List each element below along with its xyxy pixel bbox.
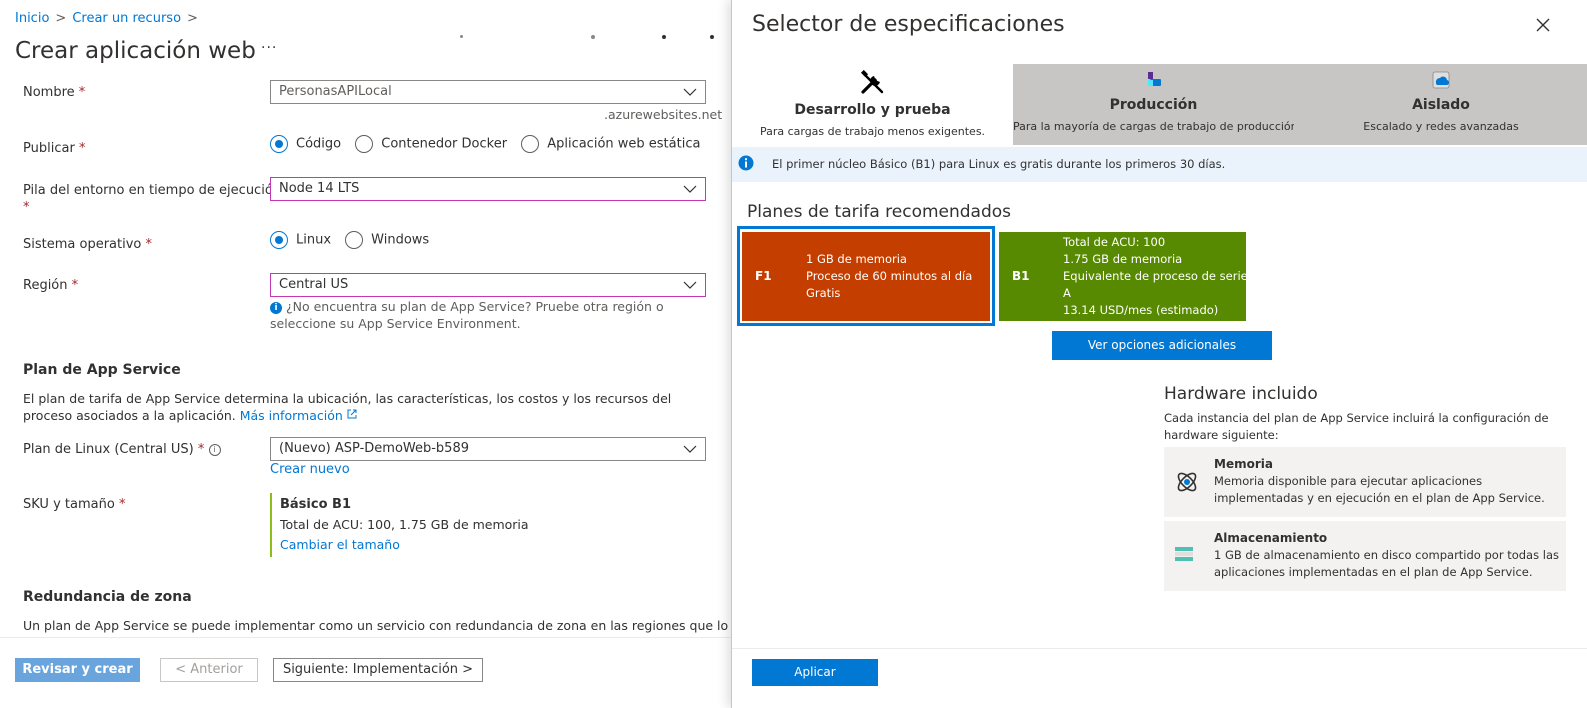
info-icon: i [270, 301, 282, 314]
breadcrumb-separator: > [55, 11, 67, 26]
page-title: Crear aplicación web [15, 38, 256, 64]
radio-selected[interactable] [270, 231, 288, 249]
loading-dot [591, 35, 595, 39]
radio[interactable] [521, 135, 540, 153]
os-radio-group: Linux Windows [270, 231, 439, 249]
region-dropdown[interactable]: Central US [270, 273, 706, 297]
sku-detail: Total de ACU: 100, 1.75 GB de memoria [280, 517, 529, 532]
tab-desc: Para la mayoría de cargas de trabajo de … [1013, 120, 1298, 133]
tab-name: Aislado [1412, 97, 1470, 113]
hardware-desc: 1 GB de almacenamiento en disco comparti… [1214, 548, 1559, 579]
hardware-name: Almacenamiento [1214, 531, 1328, 545]
chevron-down-icon [683, 445, 697, 453]
region-hint: i ¿No encuentra su plan de App Service? … [270, 299, 664, 331]
hardware-card-storage: Almacenamiento 1 GB de almacenamiento en… [1164, 521, 1566, 591]
hardware-description: Cada instancia del plan de App Service i… [1164, 411, 1549, 442]
radio[interactable] [345, 231, 364, 249]
review-create-button[interactable]: Revisar y crear [15, 658, 140, 682]
plan-details: Total de ACU: 100 1.75 GB de memoria Equ… [1063, 235, 1248, 317]
plan-code: B1 [1012, 269, 1030, 283]
radio-selected[interactable] [270, 135, 288, 153]
tab-desc: Escalado y redes avanzadas [1363, 120, 1519, 133]
tab-dev-test[interactable]: Desarrollo y prueba Para cargas de traba… [732, 64, 1013, 145]
left-footer: Revisar y crear < Anterior Siguiente: Im… [0, 637, 731, 708]
app-service-description: El plan de tarifa de App Service determi… [23, 391, 672, 423]
tab-desc: Para cargas de trabajo menos exigentes. [759, 125, 986, 138]
isolated-icon [1432, 71, 1450, 89]
plan-tile-f1[interactable]: F1 1 GB de memoria Proceso de 60 minutos… [742, 232, 990, 321]
see-more-options-button[interactable]: Ver opciones adicionales [1052, 331, 1272, 360]
plan-tile-b1[interactable]: B1 Total de ACU: 100 1.75 GB de memoria … [999, 232, 1248, 321]
os-option-linux[interactable]: Linux [270, 231, 331, 249]
info-icon [738, 155, 754, 171]
chevron-down-icon [683, 88, 697, 96]
more-info-link[interactable]: Más información [240, 408, 357, 423]
tab-name: Desarrollo y prueba [794, 102, 951, 118]
next-implementation-button[interactable]: Siguiente: Implementación > [273, 658, 483, 682]
chevron-down-icon [683, 281, 697, 289]
radio[interactable] [355, 135, 374, 153]
sku-label: SKU y tamaño * [23, 497, 126, 512]
tab-name: Producción [1109, 97, 1198, 113]
zone-section-title: Redundancia de zona [23, 589, 192, 605]
name-row-clip: Nombre * PersonasAPILocal [0, 80, 731, 104]
os-label: Sistema operativo * [23, 237, 153, 252]
create-new-link[interactable]: Crear nuevo [270, 462, 350, 477]
hardware-card-memory: Memoria Memoria disponible para ejecutar… [1164, 447, 1566, 517]
publish-label: Publicar * [23, 141, 86, 156]
breadcrumb-home[interactable]: Inicio [15, 11, 49, 26]
spec-picker-title: Selector de especificaciones [752, 12, 1065, 37]
spec-picker-panel: Selector de especificaciones Desarrollo … [731, 0, 1587, 708]
linux-plan-dropdown[interactable]: (Nuevo) ASP-DemoWeb-b589 [270, 437, 706, 461]
breadcrumb-create-resource[interactable]: Crear un recurso [72, 11, 181, 26]
app-service-section-title: Plan de App Service [23, 362, 181, 378]
publish-option-docker[interactable]: Contenedor Docker [355, 135, 507, 153]
apply-button[interactable]: Aplicar [752, 659, 878, 686]
publish-option-static[interactable]: Aplicación web estática [521, 135, 700, 153]
tab-isolated[interactable]: Aislado Escalado y redes avanzadas [1294, 64, 1587, 145]
tools-icon [860, 70, 883, 94]
change-size-link[interactable]: Cambiar el tamaño [280, 537, 400, 552]
chevron-down-icon [683, 185, 697, 193]
close-icon[interactable] [1535, 17, 1551, 33]
breadcrumb: Inicio > Crear un recurso > [15, 11, 204, 26]
banner-text: El primer núcleo Básico (B1) para Linux … [772, 157, 1226, 171]
name-label: Nombre * [23, 85, 86, 100]
runtime-dropdown[interactable]: Node 14 LTS [270, 177, 706, 201]
linux-plan-label: Plan de Linux (Central US) * i [23, 442, 221, 457]
tab-production[interactable]: Producción Para la mayoría de cargas de … [1013, 64, 1298, 145]
loading-dot [662, 35, 666, 39]
plan-code: F1 [755, 269, 772, 283]
more-actions-button[interactable]: ··· [261, 40, 277, 56]
os-option-windows[interactable]: Windows [345, 231, 429, 249]
storage-icon [1175, 547, 1193, 561]
hardware-title: Hardware incluido [1164, 384, 1318, 404]
loading-dot [710, 35, 714, 39]
recommended-plans-title: Planes de tarifa recomendados [747, 202, 1012, 222]
zone-description: Un plan de App Service se puede implemen… [23, 618, 729, 633]
name-input[interactable]: PersonasAPILocal [270, 80, 706, 104]
plan-details: 1 GB de memoria Proceso de 60 minutos al… [806, 252, 973, 300]
publish-radio-group: Código Contenedor Docker Aplicación web … [270, 135, 710, 153]
region-label: Región * [23, 278, 79, 293]
domain-suffix: .azurewebsites.net [604, 107, 723, 122]
info-banner: El primer núcleo Básico (B1) para Linux … [732, 147, 1587, 182]
zone-description-clip: Un plan de App Service se puede implemen… [0, 616, 731, 637]
production-icon [1147, 72, 1161, 86]
create-web-app-blade: Inicio > Crear un recurso > Crear aplicació… [0, 0, 731, 708]
hardware-desc: Memoria disponible para ejecutar aplicac… [1214, 474, 1545, 505]
loading-dot [460, 35, 463, 38]
external-link-icon [347, 409, 357, 419]
runtime-label: Pila del entorno en tiempo de ejecución * [23, 183, 282, 215]
hardware-name: Memoria [1214, 457, 1273, 471]
sku-name: Básico B1 [280, 497, 351, 512]
sku-summary: Básico B1 Total de ACU: 100, 1.75 GB de … [270, 493, 570, 557]
memory-icon [1177, 472, 1197, 492]
spec-picker-footer: Aplicar [732, 648, 1587, 708]
info-tooltip-icon[interactable]: i [208, 443, 221, 456]
publish-option-code[interactable]: Código [270, 135, 341, 153]
breadcrumb-separator: > [187, 11, 198, 26]
previous-button[interactable]: < Anterior [160, 658, 258, 682]
